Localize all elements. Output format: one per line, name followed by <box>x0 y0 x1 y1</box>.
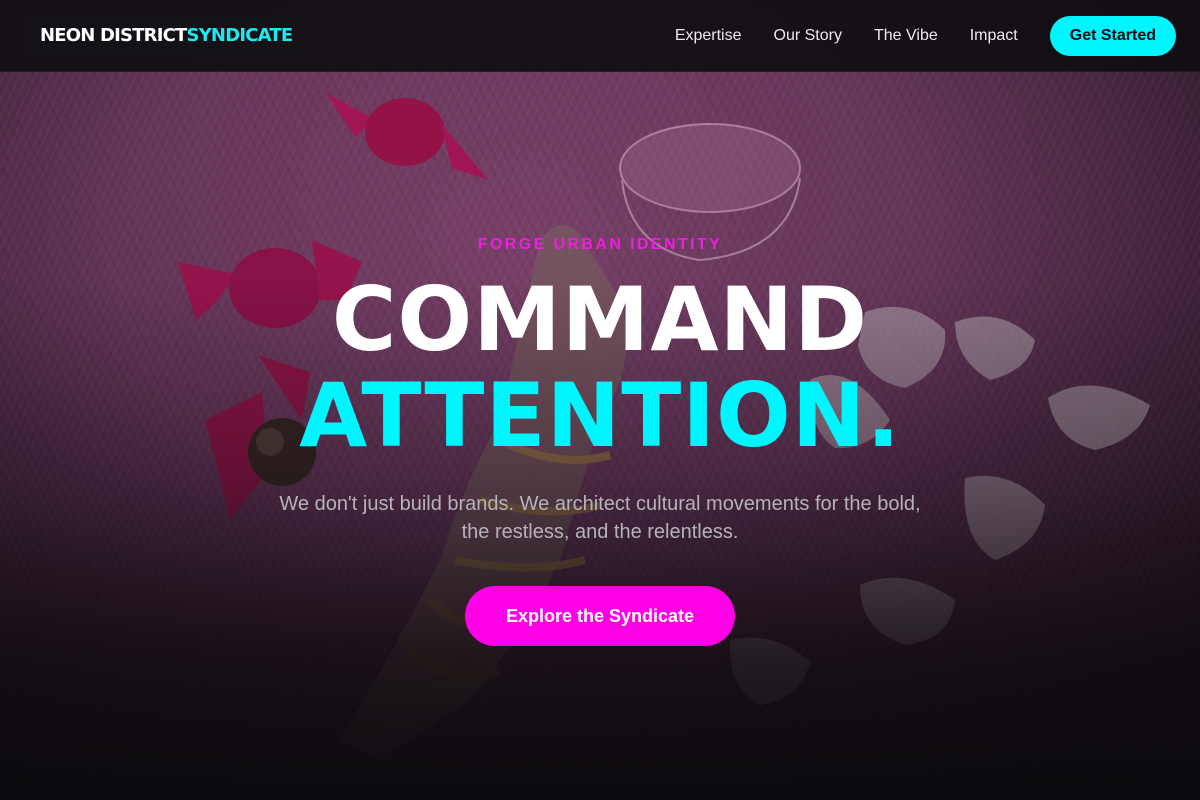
hero-section: FORGE URBAN IDENTITY COMMAND ATTENTION. … <box>0 0 1200 800</box>
get-started-button[interactable]: Get Started <box>1049 15 1176 56</box>
nav-link-the-vibe[interactable]: The Vibe <box>874 27 938 45</box>
site-header: NEON DISTRICT SYNDICATE Expertise Our Sto… <box>0 0 1200 72</box>
nav-link-expertise[interactable]: Expertise <box>675 27 742 45</box>
headline-line-2: ATTENTION. <box>299 364 901 467</box>
nav-link-impact[interactable]: Impact <box>970 27 1018 45</box>
explore-syndicate-button[interactable]: Explore the Syndicate <box>465 586 735 646</box>
brand-name-part-2: SYNDICATE <box>186 25 294 46</box>
hero-headline: COMMAND ATTENTION. <box>0 272 1200 464</box>
brand-logo[interactable]: NEON DISTRICT SYNDICATE <box>24 14 309 57</box>
nav-link-our-story[interactable]: Our Story <box>774 27 842 45</box>
landing-page: NEON DISTRICT SYNDICATE Expertise Our Sto… <box>0 0 1200 800</box>
hero-subheadline: We don't just build brands. We architect… <box>279 493 921 543</box>
brand-name-part-1: NEON DISTRICT <box>40 25 187 46</box>
headline-line-1: COMMAND <box>331 268 869 371</box>
hero-eyebrow: FORGE URBAN IDENTITY <box>477 236 723 253</box>
main-navigation: Expertise Our Story The Vibe Impact Get … <box>675 15 1176 56</box>
